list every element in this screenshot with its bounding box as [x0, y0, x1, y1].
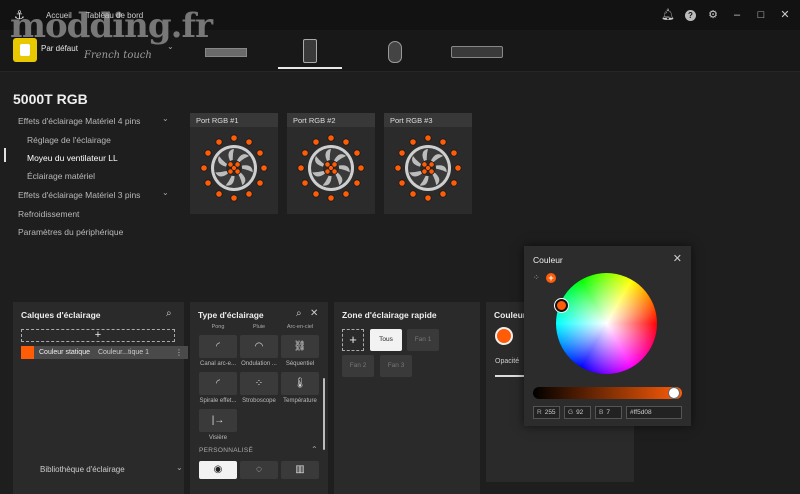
add-color-button[interactable]: + [546, 273, 556, 283]
device-keyboard[interactable] [446, 35, 508, 69]
panel-title: Type d'éclairage [198, 310, 264, 320]
effect-label: Spirale effet... [199, 398, 237, 404]
fan-led-icon [394, 134, 462, 202]
chevron-up-icon[interactable]: ⌃ [311, 445, 318, 454]
case-icon [303, 39, 317, 63]
ram-icon [205, 47, 247, 57]
opacity-label: Opacité [495, 358, 520, 365]
port-card-2[interactable]: Port RGB #2 [287, 113, 375, 214]
effect-label: Arc-en-ciel [286, 324, 314, 330]
effect-label: Ondulation ... [241, 361, 277, 367]
blue-field[interactable]: B7 [595, 406, 622, 419]
color-picker-popup: Couleur ✕ ⁘ + R 255 G 92 B7 #ff5d08 [524, 246, 691, 426]
add-layer-button[interactable]: + [21, 329, 175, 342]
color-wheel-handle[interactable] [555, 299, 568, 312]
effect-label: Stroboscope [242, 398, 276, 404]
zone-fan2-button[interactable]: Fan 2 [342, 355, 374, 377]
hex-field[interactable]: #ff5d08 [626, 406, 682, 419]
port-card-3[interactable]: Port RGB #3 [384, 113, 472, 214]
chevron-down-icon[interactable]: ⌄ [162, 188, 169, 197]
active-indicator [4, 148, 6, 162]
green-field[interactable]: G 92 [564, 406, 591, 419]
gear-icon[interactable]: ⚙ [706, 8, 720, 22]
effect-label: Température [283, 398, 317, 404]
sidebar-item-cooling[interactable]: Refroidissement [18, 209, 79, 219]
window-controls: 🔔︎ ? ⚙ – □ ✕ [661, 8, 792, 22]
device-case[interactable] [278, 35, 342, 69]
close-icon[interactable]: ✕ [778, 8, 792, 22]
chevron-down-icon[interactable]: ⌄ [162, 114, 169, 123]
sidebar-item-device-settings[interactable]: Paramètres du périphérique [18, 227, 123, 237]
effect-label: Canal arc-e... [199, 361, 236, 367]
minimize-icon[interactable]: – [730, 8, 744, 22]
maximize-icon[interactable]: □ [754, 8, 768, 22]
watermark-subtitle: French touch [84, 50, 152, 61]
effect-label: Pong [211, 324, 225, 330]
search-icon[interactable]: ⌕ [166, 308, 172, 319]
custom-effect-color-change-button[interactable]: ◌ [240, 461, 278, 479]
fan-led-icon [200, 134, 268, 202]
effect-label: Séquentiel [285, 361, 315, 367]
page-title: 5000T RGB [13, 91, 88, 107]
effect-sequential-button[interactable]: ⛓ [281, 335, 319, 358]
sidebar-item-3pin[interactable]: Effets d'éclairage Matériel 3 pins [18, 190, 140, 200]
sidebar-item-ll-hub[interactable]: Moyeu du ventilateur LL [27, 153, 118, 163]
lighting-library[interactable]: Bibliothèque d'éclairage [40, 465, 125, 474]
effect-temperature-button[interactable]: 🌡︎ [281, 372, 319, 395]
port-title: Port RGB #2 [287, 113, 375, 127]
effect-label: Pluie [252, 324, 266, 330]
quick-zone-panel: Zone d'éclairage rapide + Tous Fan 1 Fan… [334, 302, 480, 494]
popup-title: Couleur [533, 255, 563, 265]
brightness-slider[interactable] [533, 387, 682, 399]
effect-visor-button[interactable]: |→ [199, 409, 237, 432]
layer-color-swatch [21, 346, 34, 359]
grid-icon[interactable]: ⁘ [533, 273, 540, 282]
custom-section-label: PERSONNALISÉ [199, 447, 254, 454]
more-icon[interactable]: ⋮ [175, 348, 183, 357]
zone-all-button[interactable]: Tous [370, 329, 402, 351]
opacity-slider[interactable] [495, 375, 525, 377]
port-title: Port RGB #3 [384, 113, 472, 127]
close-icon[interactable]: ✕ [310, 308, 318, 319]
sidebar-item-tuning[interactable]: Réglage de l'éclairage [27, 135, 111, 145]
layer-name: Couleur statique [39, 349, 90, 356]
effect-type-panel: Type d'éclairage ⌕ ✕ Pong Pluie Arc-en-c… [190, 302, 328, 494]
panel-title: Couleur [494, 310, 527, 320]
effect-wave-button[interactable]: ◠ [240, 335, 278, 358]
custom-effect-static-button[interactable]: ◉ [199, 461, 237, 479]
color-swatch-button[interactable] [495, 327, 513, 345]
port-title: Port RGB #1 [190, 113, 278, 127]
layer-row[interactable]: Couleur statique Couleur...tique 1 ⋮ [21, 346, 188, 359]
fan-led-icon [297, 134, 365, 202]
sidebar-item-4pin[interactable]: Effets d'éclairage Matériel 4 pins [18, 116, 140, 126]
keyboard-icon [451, 46, 503, 58]
panel-title: Calques d'éclairage [21, 310, 101, 320]
effect-strobe-button[interactable]: ⁘ [240, 372, 278, 395]
red-field[interactable]: R 255 [533, 406, 560, 419]
sidebar-item-hardware-lighting[interactable]: Éclairage matériel [27, 171, 95, 181]
brightness-handle[interactable] [668, 387, 680, 399]
close-icon[interactable]: ✕ [673, 252, 682, 265]
watermark: modding.fr [10, 6, 213, 46]
device-mouse[interactable] [365, 35, 425, 69]
effect-rainbow-channel-button[interactable]: ◜ [199, 335, 237, 358]
chevron-down-icon[interactable]: ⌄ [176, 463, 183, 472]
panel-title: Zone d'éclairage rapide [342, 310, 437, 320]
zone-fan3-button[interactable]: Fan 3 [380, 355, 412, 377]
search-icon[interactable]: ⌕ [296, 308, 302, 319]
port-card-1[interactable]: Port RGB #1 [190, 113, 278, 214]
add-zone-button[interactable]: + [342, 329, 364, 351]
effect-spiral-button[interactable]: ◜ [199, 372, 237, 395]
effect-label: Visière [208, 435, 228, 441]
zone-fan1-button[interactable]: Fan 1 [407, 329, 439, 351]
mouse-icon [388, 41, 402, 63]
layer-subtitle: Couleur...tique 1 [97, 349, 149, 356]
help-icon[interactable]: ? [685, 9, 696, 21]
color-wheel[interactable] [556, 273, 657, 374]
bell-icon[interactable]: 🔔︎ [661, 8, 675, 22]
custom-effect-gradient-button[interactable]: ▥ [281, 461, 319, 479]
effects-scrollbar[interactable] [323, 378, 325, 450]
layers-panel: Calques d'éclairage ⌕ + Couleur statique… [13, 302, 188, 494]
